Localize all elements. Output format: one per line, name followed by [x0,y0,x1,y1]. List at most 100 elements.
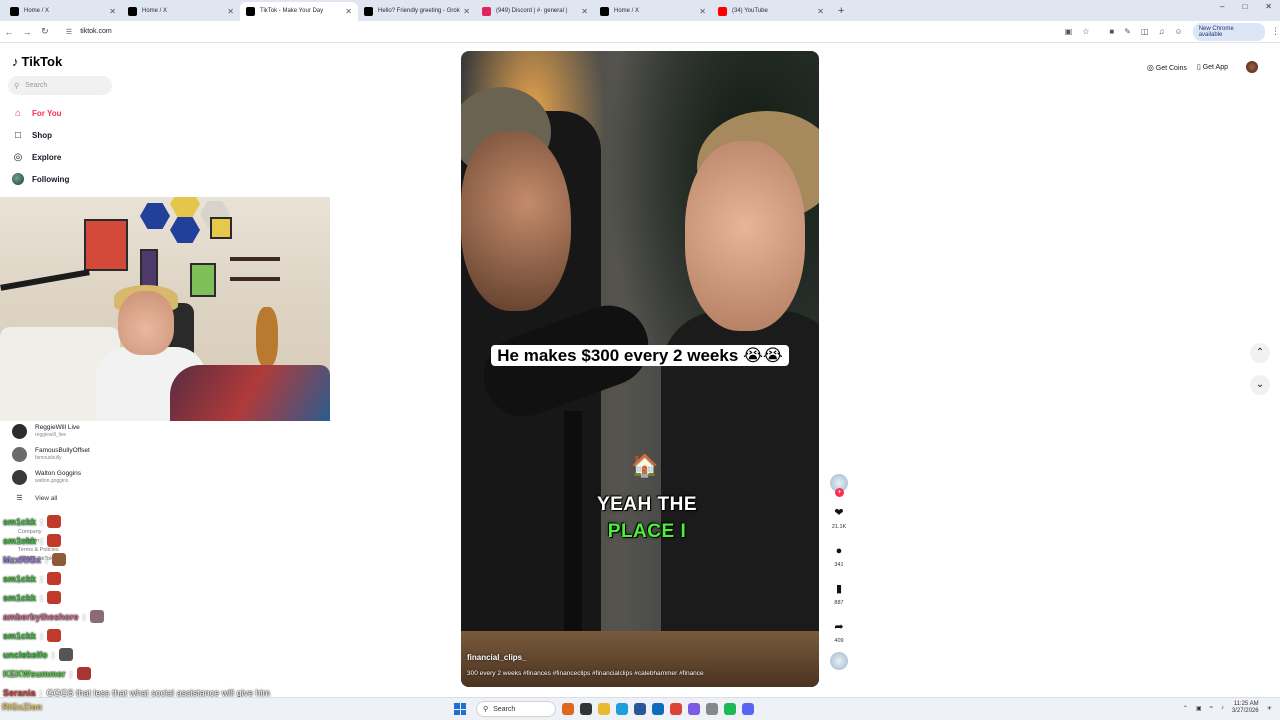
tray-icon[interactable]: ▣ [1196,705,1202,712]
volume-icon[interactable]: ♪ [1221,705,1224,711]
previous-video-button[interactable]: ⌃ [1250,343,1270,363]
account-name: ReggieWill Live [35,424,80,431]
save-button[interactable]: ▮ 887 [834,582,843,606]
browser-tab[interactable]: Home / X ✕ [594,2,712,21]
sidebar-item-explore[interactable]: ◎ Explore [11,146,69,168]
edge-icon[interactable] [616,703,628,715]
update-chrome-button[interactable]: New Chrome available [1192,22,1265,41]
maximize-button[interactable]: □ [1242,2,1247,11]
tab-list: Home / X ✕ Home / X ✕ TikTok - Make Your Day… [4,2,830,21]
chat-username: amberbytheshore [3,611,79,622]
user-avatar[interactable] [1246,61,1258,73]
app-icon-1[interactable] [562,703,574,715]
chrome-icon[interactable] [670,703,682,715]
account-handle: walton.goggins [35,478,69,484]
wifi-icon[interactable]: ≈ [1210,705,1213,711]
close-window-button[interactable]: ✕ [1265,2,1272,11]
view-all-label: View all [35,494,58,502]
search-input[interactable]: ⚲ Search [8,76,112,95]
like-button[interactable]: ❤ 21.1K [832,506,846,530]
logo-text: TikTok [21,54,63,69]
browser-tab[interactable]: Home / X ✕ [122,2,240,21]
spotify-icon[interactable] [724,703,736,715]
split-view-icon[interactable]: ◫ [1141,27,1149,36]
bookmark-star-icon[interactable]: ☆ [1082,27,1089,36]
taskbar-apps: ⚲ Search [454,701,754,717]
chat-separator: : [40,573,44,584]
extension-icon[interactable]: ■ [1109,27,1114,36]
video-author[interactable]: financial_clips_ [467,653,527,662]
notification-bell-icon[interactable]: ☀ [1267,705,1272,712]
app-icon-2[interactable] [634,703,646,715]
browser-tab[interactable]: TikTok - Make Your Day ✕ [240,2,358,21]
new-tab-button[interactable]: + [830,2,852,21]
followed-account[interactable]: ReggieWill Live reggiewill_live [12,420,90,443]
url-bar[interactable]: ☰ tiktok.com ▣ ☆ [59,23,1094,40]
close-tab-icon[interactable]: ✕ [463,2,470,21]
windows-start-icon[interactable] [454,703,466,715]
view-all-link[interactable]: ☰ View all [12,489,90,507]
task-view-icon[interactable] [580,703,592,715]
chat-separator: : [69,668,73,679]
shopping-bag-icon: □ [14,129,22,141]
back-icon[interactable]: ← [0,27,18,37]
account-name: FamousBullyOffset [35,447,90,454]
browser-tab[interactable]: (949) Discord | #· general | ✕ [476,2,594,21]
media-icon[interactable]: ♫ [1159,27,1165,36]
follow-plus-icon[interactable]: + [835,488,844,497]
browser-tab[interactable]: (34) YouTube ✕ [712,2,830,21]
taskbar-search[interactable]: ⚲ Search [476,701,556,717]
app-icon-3[interactable] [652,703,664,715]
creator-avatar[interactable]: + [830,474,848,497]
close-tab-icon[interactable]: ✕ [109,2,116,21]
tab-label: (34) YouTube [732,8,768,14]
tab-label: (949) Discord | #· general | [496,8,568,14]
close-tab-icon[interactable]: ✕ [345,2,352,21]
comment-button[interactable]: ● 341 [834,544,843,568]
followed-account[interactable]: Walton Goggins walton.goggins [12,466,90,489]
share-button[interactable]: ➦ 409 [834,620,843,644]
video-player[interactable]: He makes $300 every 2 weeks 😭😭 🏠 YEAH TH… [461,51,819,687]
discord-icon[interactable] [742,703,754,715]
close-tab-icon[interactable]: ✕ [817,2,824,21]
tab-label: Home / X [24,8,50,14]
music-disc-icon[interactable] [830,652,848,670]
chat-username: sm1ckk [3,630,37,641]
forward-icon[interactable]: → [18,27,36,37]
close-tab-icon[interactable]: ✕ [581,2,588,21]
close-tab-icon[interactable]: ✕ [699,2,706,21]
chat-separator: : [82,611,86,622]
tiktok-logo[interactable]: ♪ TikTok [12,54,62,69]
app-icon-4[interactable] [688,703,700,715]
site-info-icon[interactable]: ☰ [66,28,72,36]
chat-message: MzxRiGx: [3,550,323,569]
minimize-button[interactable]: – [1220,2,1224,11]
video-description[interactable]: 300 every 2 weeks #finances #financeclip… [467,670,704,677]
reload-icon[interactable]: ↻ [36,26,54,37]
get-app-button[interactable]: ▯ Get App [1197,63,1228,71]
browser-tab[interactable]: Home / X ✕ [4,2,122,21]
chrome-menu-icon[interactable]: ⋮ [1271,26,1280,37]
tray-chevron-icon[interactable]: ⌃ [1183,705,1188,712]
chat-message: amberbytheshore: [3,607,323,626]
sidebar-item-following[interactable]: Following [11,168,69,190]
sidebar-item-for-you[interactable]: ⌂ For You [11,102,69,124]
tab-label: Home / X [614,8,640,14]
browser-tab[interactable]: Hello? Friendly greeting - Grok ✕ [358,2,476,21]
install-app-icon[interactable]: ▣ [1065,27,1073,36]
profile-icon[interactable]: ☺ [1175,27,1183,36]
x-logo-icon [128,7,137,16]
next-video-button[interactable]: ⌄ [1250,375,1270,395]
app-icon-5[interactable] [706,703,718,715]
video-actions: + ❤ 21.1K ● 341 ▮ 887 ➦ 409 [826,474,852,670]
close-tab-icon[interactable]: ✕ [227,2,234,21]
sidebar-item-shop[interactable]: □ Shop [11,124,69,146]
file-explorer-icon[interactable] [598,703,610,715]
puzzle-icon[interactable]: ✎ [1124,27,1131,36]
get-coins-button[interactable]: ◎ Get Coins [1147,63,1187,72]
chat-separator: : [51,649,55,660]
account-name: Walton Goggins [35,470,82,477]
address-bar-row: ← → ↻ ☰ tiktok.com ▣ ☆ ■ ✎ ◫ ♫ ☺ New Chr… [0,21,1280,43]
followed-account[interactable]: FamousBullyOffset famousbully [12,443,90,466]
clock[interactable]: 11:25 AM 3/27/2026 [1232,701,1259,715]
